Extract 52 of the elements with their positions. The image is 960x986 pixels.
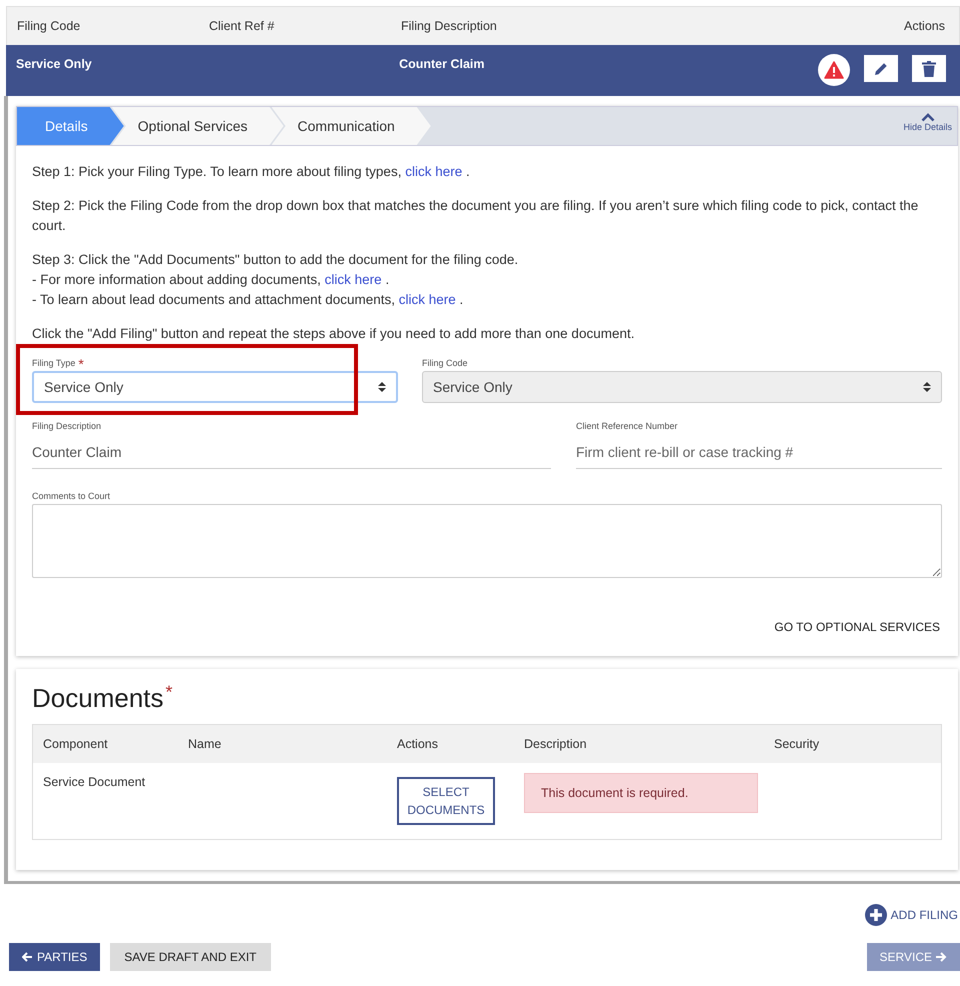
column-header: Client Ref # <box>208 19 276 33</box>
sort-icon <box>378 382 386 392</box>
chevron-up-icon <box>920 113 935 122</box>
column-header: Filing Description <box>400 19 498 33</box>
click-here-link[interactable]: click here <box>405 164 462 179</box>
field-label: Comments to Court <box>32 491 110 503</box>
filing-row[interactable]: Service Only Counter Claim <box>6 45 960 96</box>
comments-field[interactable] <box>32 504 942 578</box>
instruction-text: - For more information about adding documents, click here . <box>32 271 390 289</box>
column-header: Description <box>524 737 587 751</box>
instruction-text: Step 3: Click the "Add Documents" button to add the document for the filing code. <box>32 251 520 269</box>
hide-details-button[interactable]: Hide Details <box>898 107 957 145</box>
select-documents-button[interactable]: SELECT DOCUMENTS <box>397 777 495 825</box>
instruction-text: Click the "Add Filing" button and repeat the steps above if you need to add more than one document. <box>32 325 636 343</box>
required-asterisk: * <box>78 358 84 371</box>
click-here-link[interactable]: click here <box>398 292 456 307</box>
table-cell: Service Document <box>43 775 146 789</box>
plus-circle-icon <box>864 904 887 926</box>
trash-icon <box>922 60 936 76</box>
table-cell: Counter Claim <box>399 57 484 71</box>
parties-button[interactable]: PARTIES <box>9 943 100 971</box>
add-filing-button[interactable]: ADD FILING <box>864 904 960 926</box>
filing-type-select[interactable]: Service Only <box>32 371 398 403</box>
column-header: Actions <box>397 737 438 751</box>
error-message: This document is required. <box>524 773 758 813</box>
go-to-optional-services-button[interactable]: GO TO OPTIONAL SERVICES <box>772 616 942 638</box>
edit-button[interactable] <box>864 55 898 82</box>
field-label: Filing Type <box>32 358 76 370</box>
documents-heading: Documents <box>32 683 164 714</box>
required-asterisk: * <box>166 683 173 701</box>
column-header: Name <box>188 737 222 751</box>
pencil-icon <box>873 60 889 76</box>
arrow-right-icon <box>936 952 947 962</box>
delete-button[interactable] <box>912 55 946 82</box>
instruction-text: - To learn about lead documents and attachment documents, click here . <box>32 291 464 309</box>
instruction-text: Step 2: Pick the Filing Code from the drop down box that matches the document you are filing. If you aren’t sure which filing code to pick, contact the court. <box>32 197 920 235</box>
field-label: Client Reference Number <box>576 421 678 433</box>
column-header: Filing Code <box>16 19 82 33</box>
tab[interactable]: Communication <box>272 107 431 145</box>
click-here-link[interactable]: click here <box>324 272 382 287</box>
column-header: Component <box>43 737 108 751</box>
field-label: Filing Description <box>32 421 102 433</box>
arrow-left-icon <box>22 952 33 962</box>
tab[interactable]: Optional Services <box>112 107 284 145</box>
column-header: Actions <box>903 19 946 33</box>
sort-icon <box>923 382 931 392</box>
instruction-text: Step 1: Pick your Filing Type. To learn more about filing types, click here . <box>32 163 471 181</box>
column-header: Security <box>774 737 820 751</box>
field-label: Filing Code <box>422 358 468 370</box>
table-cell: Service Only <box>16 57 92 71</box>
save-draft-button[interactable]: SAVE DRAFT AND EXIT <box>110 943 271 971</box>
warning-icon[interactable] <box>818 54 850 86</box>
